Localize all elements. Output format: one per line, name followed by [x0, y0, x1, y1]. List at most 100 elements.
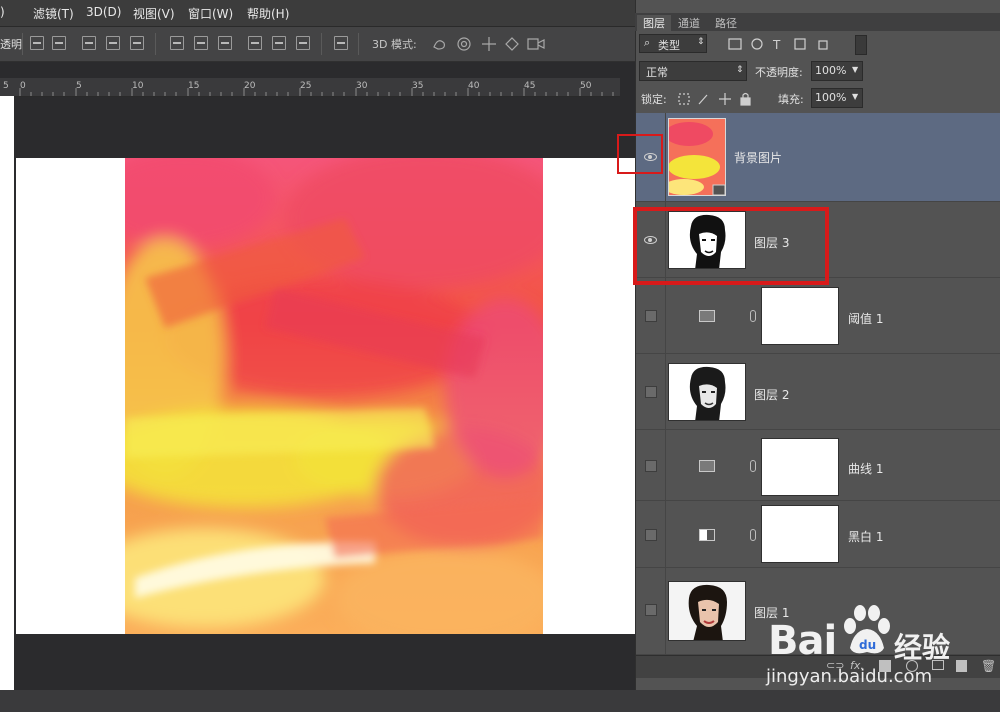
3d-mode-label: 3D 模式:	[372, 38, 417, 51]
paw-logo-icon: du	[844, 605, 890, 654]
ruler-tick: 25	[300, 81, 312, 91]
layer-name[interactable]: 图层 2	[754, 386, 789, 403]
background-artwork[interactable]	[125, 158, 543, 634]
layer-row-threshold-1[interactable]: 阈值 1	[636, 278, 1000, 354]
align-top-icon[interactable]	[30, 36, 44, 50]
layer-name[interactable]: 阈值 1	[848, 310, 883, 327]
layer-name[interactable]: 黑白 1	[848, 528, 883, 545]
layer-row-black-white-1[interactable]: 黑白 1	[636, 501, 1000, 568]
ruler-tick: 35	[412, 81, 424, 91]
highlight-box-eye	[617, 134, 663, 174]
mask-thumbnail	[761, 287, 839, 345]
horizontal-ruler[interactable]: 0 5 10 15 20 25 30 35 40 45 50	[14, 78, 620, 97]
tab-layers[interactable]: 图层	[637, 15, 671, 31]
type-filter-icon: T	[772, 38, 781, 52]
visibility-toggle[interactable]	[645, 386, 657, 398]
menu-view[interactable]: 视图(V)	[133, 5, 175, 22]
left-canvas-edge	[0, 96, 14, 690]
filter-toggle[interactable]	[855, 35, 867, 55]
link-icon[interactable]	[750, 310, 756, 322]
separator	[155, 33, 156, 55]
ruler-tick: 50	[580, 81, 592, 91]
layer-row-layer-2[interactable]: 图层 2	[636, 354, 1000, 430]
visibility-toggle[interactable]	[645, 604, 657, 616]
filter-kind-value: 类型	[658, 39, 680, 52]
menu-filter[interactable]: 滤镜(T)	[33, 5, 74, 22]
distribute-hcenter-icon[interactable]	[272, 36, 286, 50]
blend-mode-value: 正常	[646, 66, 668, 79]
align-vcenter-icon[interactable]	[52, 36, 66, 50]
visibility-cell[interactable]	[636, 568, 666, 654]
opacity-field[interactable]: 100% ▼	[811, 61, 863, 81]
auto-align-icon[interactable]	[334, 36, 348, 50]
chevron-down-icon: ▼	[852, 65, 859, 74]
link-icon[interactable]	[750, 460, 756, 472]
pixel-filter-icon	[728, 38, 742, 50]
visibility-cell[interactable]	[636, 501, 666, 567]
threshold-icon	[699, 310, 715, 322]
lock-row: 锁定: 填充: 100% ▼	[635, 86, 1000, 112]
visibility-toggle[interactable]	[645, 529, 657, 541]
3d-mode-icons	[433, 37, 545, 51]
distribute-vcenter-icon[interactable]	[194, 36, 208, 50]
layer-row-background-image[interactable]: 背景图片	[636, 113, 1000, 202]
layer-thumbnail	[668, 581, 746, 641]
svg-text:du: du	[859, 638, 876, 652]
ruler-tick: 45	[524, 81, 536, 91]
layer-name[interactable]: 曲线 1	[848, 460, 883, 477]
layer-name[interactable]: 背景图片	[734, 149, 782, 166]
menu-window[interactable]: 窗口(W)	[188, 5, 233, 22]
lock-position-icon	[719, 93, 731, 105]
lock-transparent-icon	[678, 93, 690, 105]
visibility-toggle[interactable]	[645, 460, 657, 472]
watermark-brand-suffix: 经验	[894, 631, 951, 664]
ruler-tick: 5	[76, 81, 82, 91]
ruler-tick: 15	[188, 81, 200, 91]
distribute-left-icon[interactable]	[248, 36, 262, 50]
visibility-cell[interactable]	[636, 430, 666, 500]
lock-icons	[678, 92, 751, 106]
filter-icons: T	[728, 38, 828, 52]
blend-mode-select[interactable]: 正常 ⇕	[639, 61, 747, 81]
tab-paths[interactable]: 路径	[709, 15, 743, 31]
fill-value: 100%	[815, 91, 847, 104]
ruler-tick: 20	[244, 81, 256, 91]
separator	[358, 33, 359, 55]
layer-thumbnail	[668, 363, 746, 421]
tab-channels[interactable]: 通道	[672, 15, 706, 31]
blend-row: 正常 ⇕ 不透明度: 100% ▼	[635, 59, 1000, 85]
visibility-cell[interactable]	[636, 278, 666, 353]
search-icon: ⌕	[644, 36, 651, 49]
3d-rotate-icon	[433, 40, 445, 50]
distribute-top-icon[interactable]	[170, 36, 184, 50]
align-hcenter-icon[interactable]	[130, 36, 144, 50]
portrait-photo-thumbnail	[669, 582, 745, 640]
distribute-right-icon[interactable]	[296, 36, 310, 50]
align-left-icon[interactable]	[106, 36, 120, 50]
layer-filter-row: ⌕ 类型 ⇕ T	[635, 31, 1000, 57]
chevron-down-icon: ▼	[852, 92, 859, 101]
3d-roll-icon	[457, 37, 471, 51]
fill-field[interactable]: 100% ▼	[811, 88, 863, 108]
ruler-tick: 0	[20, 81, 26, 91]
ruler-left-value: 5	[3, 81, 9, 91]
menu-3d[interactable]: 3D(D)	[86, 5, 121, 19]
menu-edge-fragment: )	[0, 5, 5, 19]
separator	[22, 33, 23, 55]
distribute-bottom-icon[interactable]	[218, 36, 232, 50]
layer-row-curves-1[interactable]: 曲线 1	[636, 430, 1000, 501]
highlight-box-layer-3	[633, 207, 829, 285]
separator	[321, 33, 322, 55]
filter-kind-select[interactable]: ⌕ 类型 ⇕	[639, 34, 707, 53]
abstract-paint-artwork	[125, 158, 543, 634]
align-bottom-icon[interactable]	[82, 36, 96, 50]
spinner-icon: ⇕	[697, 37, 705, 47]
menu-help[interactable]: 帮助(H)	[247, 5, 289, 22]
visibility-cell[interactable]	[636, 354, 666, 429]
smart-object-filter-icon	[818, 40, 828, 50]
visibility-toggle[interactable]	[645, 310, 657, 322]
link-icon[interactable]	[750, 529, 756, 541]
watermark-brand: Bai	[768, 618, 837, 664]
ruler-corner: 5	[0, 78, 14, 96]
lock-label: 锁定:	[641, 93, 667, 106]
